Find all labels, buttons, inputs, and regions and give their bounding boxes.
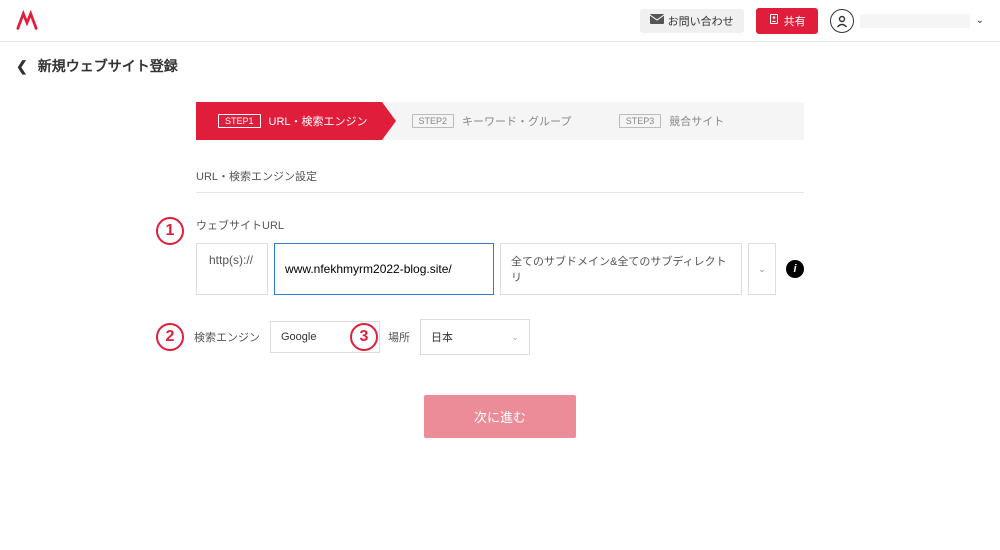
subdomain-dropdown[interactable]: 全てのサブドメイン&全てのサブディレクトリ xyxy=(500,243,742,295)
section-title: URL・検索エンジン設定 xyxy=(196,168,804,184)
step-2[interactable]: STEP2 キーワード・グループ xyxy=(382,102,597,140)
user-menu[interactable]: ⌄ xyxy=(830,9,984,33)
stepper: STEP1 URL・検索エンジン STEP2 キーワード・グループ STEP3 … xyxy=(196,102,804,140)
url-input[interactable] xyxy=(274,243,494,295)
app-logo xyxy=(16,10,38,32)
engine-value: Google xyxy=(281,331,316,343)
annotation-3: 3 xyxy=(350,323,378,351)
divider xyxy=(196,192,804,193)
step-1-label: URL・検索エンジン xyxy=(269,113,368,129)
next-button[interactable]: 次に進む xyxy=(424,395,576,438)
title-bar: ❮ 新規ウェブサイト登録 xyxy=(0,42,1000,90)
step-1[interactable]: STEP1 URL・検索エンジン xyxy=(196,102,382,140)
annotation-1: 1 xyxy=(156,217,184,245)
main-content: STEP1 URL・検索エンジン STEP2 キーワード・グループ STEP3 … xyxy=(180,102,820,438)
info-icon[interactable]: i xyxy=(786,260,804,278)
chevron-down-icon: ⌄ xyxy=(976,15,984,26)
step-3[interactable]: STEP3 競合サイト xyxy=(597,102,804,140)
share-icon xyxy=(768,13,780,28)
subdomain-value: 全てのサブドメイン&全てのサブディレクトリ xyxy=(511,253,731,285)
share-label: 共有 xyxy=(784,13,806,29)
avatar-icon xyxy=(830,9,854,33)
step-3-badge: STEP3 xyxy=(619,114,662,128)
contact-label: お問い合わせ xyxy=(668,13,734,29)
page-title: 新規ウェブサイト登録 xyxy=(38,56,178,76)
username-placeholder xyxy=(860,14,970,28)
step-2-badge: STEP2 xyxy=(412,114,455,128)
subdomain-chevron[interactable]: ⌄ xyxy=(748,243,776,295)
step-3-label: 競合サイト xyxy=(669,113,724,129)
contact-button[interactable]: お問い合わせ xyxy=(640,9,744,33)
url-label: ウェブサイトURL xyxy=(196,217,804,233)
location-label: 場所 xyxy=(388,329,410,345)
engine-label: 検索エンジン xyxy=(194,329,260,345)
location-dropdown[interactable]: 日本 ⌄ xyxy=(420,319,530,355)
share-button[interactable]: 共有 xyxy=(756,8,818,34)
step-2-label: キーワード・グループ xyxy=(462,113,571,129)
annotation-2: 2 xyxy=(156,323,184,351)
protocol-box: http(s):// xyxy=(196,243,268,295)
location-value: 日本 xyxy=(431,329,453,345)
app-header: お問い合わせ 共有 ⌄ xyxy=(0,0,1000,42)
chevron-down-icon: ⌄ xyxy=(511,332,519,343)
step-1-badge: STEP1 xyxy=(218,114,261,128)
mail-icon xyxy=(650,14,664,27)
back-button[interactable]: ❮ xyxy=(16,58,28,75)
